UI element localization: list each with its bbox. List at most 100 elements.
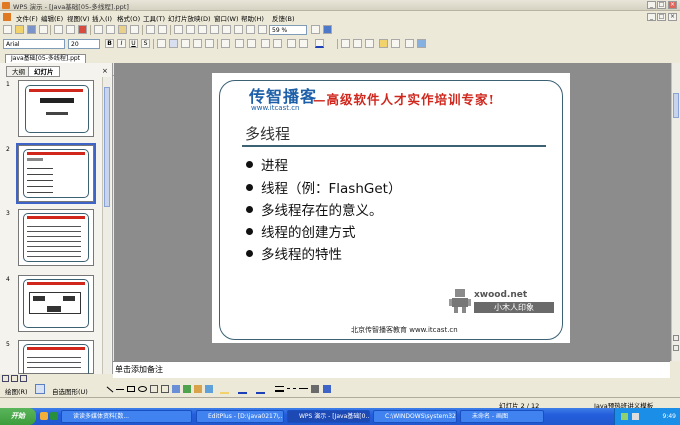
normal-view-icon[interactable] [2,375,9,382]
vertical-textbox-icon[interactable] [161,385,169,393]
grow-font-icon[interactable] [261,39,270,48]
3d-icon[interactable] [323,385,331,393]
pdf-icon[interactable] [78,25,87,34]
print-icon[interactable] [54,25,63,34]
picture-icon[interactable] [205,385,213,393]
scroll-thumb[interactable] [673,93,679,118]
menu-edit[interactable]: 编辑(E) [41,13,63,23]
slide-thumbnail-3[interactable] [18,209,94,266]
record-icon[interactable] [417,39,426,48]
bold-button[interactable]: B [105,39,114,48]
taskbar-task[interactable]: 读读多媒体资料[数... [61,410,192,423]
distribute-icon[interactable] [205,39,214,48]
quicklaunch-icon[interactable] [40,412,48,420]
quicklaunch-icon[interactable] [50,412,58,420]
rectangle-icon[interactable] [127,386,135,392]
wordart-icon[interactable] [222,25,231,34]
autoshape-menu[interactable]: 自选图形(U) [52,386,88,396]
numbering-icon[interactable] [235,39,244,48]
menu-feedback[interactable]: 反馈(B) [272,13,295,23]
format-painter-icon[interactable] [130,25,139,34]
dash-style-icon[interactable] [287,388,296,389]
arrow-style-icon[interactable] [299,388,308,389]
redo-icon[interactable] [158,25,167,34]
hyperlink-icon[interactable] [210,25,219,34]
zoom-select[interactable]: 59 % [269,25,307,35]
decrease-indent-icon[interactable] [287,39,296,48]
start-button[interactable]: 开始 [0,408,36,425]
prev-slide-icon[interactable] [673,335,679,341]
bullets-icon[interactable] [247,39,256,48]
draw-menu[interactable]: 绘图(R) [5,386,28,396]
scroll-thumb[interactable] [104,87,110,207]
show-icon[interactable] [405,39,414,48]
italic-button[interactable]: I [117,39,126,48]
slide-thumbnail-5[interactable] [18,340,94,378]
font-color-icon[interactable] [315,39,324,48]
line-spacing-icon[interactable] [221,39,230,48]
line-style-icon[interactable] [275,386,284,392]
chart-icon[interactable] [186,25,195,34]
justify-icon[interactable] [193,39,202,48]
wordart-icon[interactable] [172,385,180,393]
close-button[interactable]: × [668,1,677,9]
menu-tools[interactable]: 工具(T) [143,13,165,23]
menu-slideshow[interactable]: 幻灯片放映(D) [168,13,211,23]
grid-icon[interactable] [234,25,243,34]
doc-minimize-button[interactable]: _ [647,13,656,21]
shadow-button[interactable]: S [141,39,150,48]
preview-icon[interactable] [66,25,75,34]
cut-icon[interactable] [94,25,103,34]
new-icon[interactable] [3,25,12,34]
grayscale-icon[interactable] [246,25,255,34]
shrink-font-icon[interactable] [273,39,282,48]
fit-icon[interactable] [311,25,320,34]
sorter-view-icon[interactable] [11,375,18,382]
line-icon[interactable] [106,386,114,393]
font-select[interactable]: Arial [3,39,65,49]
notes-pane[interactable]: 单击添加备注 [113,361,670,378]
tab-slides[interactable]: 幻灯片 [28,66,60,77]
diagram-icon[interactable] [183,385,191,393]
doc-restore-button[interactable]: □ [657,13,666,21]
maximize-button[interactable]: □ [657,1,666,9]
font-size-select[interactable]: 20 [68,39,100,49]
taskbar-task[interactable]: 未命名 - 画图 [460,410,544,423]
slide-thumbnail-1[interactable] [18,80,94,137]
show-view-icon[interactable] [20,375,27,382]
animation-icon[interactable] [379,39,388,48]
align-right-icon[interactable] [181,39,190,48]
email-icon[interactable] [39,25,48,34]
slide-thumbnail-2[interactable] [16,143,96,204]
open-icon[interactable] [15,25,24,34]
align-center-icon[interactable] [169,39,178,48]
minimize-button[interactable]: _ [647,1,656,9]
transition-icon[interactable] [391,39,400,48]
font-color-icon[interactable] [256,385,265,394]
layout-icon[interactable] [365,39,374,48]
menu-help[interactable]: 帮助(H) [241,13,264,23]
volume-icon[interactable] [632,413,639,420]
save-icon[interactable] [27,25,36,34]
taskbar-task[interactable]: WPS 演示 - [Java基础[0... [287,410,370,423]
new-slide-icon[interactable] [353,39,362,48]
menu-view[interactable]: 视图(V) [67,13,90,23]
undo-icon[interactable] [146,25,155,34]
thumbnail-scrollbar[interactable] [102,77,111,374]
copy-icon[interactable] [106,25,115,34]
align-left-icon[interactable] [157,39,166,48]
menu-window[interactable]: 窗口(W) [214,13,239,23]
shadow-icon[interactable] [311,385,319,393]
image-icon[interactable] [198,25,207,34]
editor-scrollbar[interactable] [671,63,680,361]
select-icon[interactable] [35,384,45,394]
table-icon[interactable] [174,25,183,34]
slide-thumbnail-4[interactable] [18,275,94,332]
menu-insert[interactable]: 插入(I) [92,13,112,23]
fill-color-icon[interactable] [220,385,229,394]
paste-icon[interactable] [118,25,127,34]
arrow-icon[interactable] [116,389,124,390]
line-color-icon[interactable] [238,385,247,394]
help-icon[interactable] [323,25,332,34]
clipart-icon[interactable] [194,385,202,393]
